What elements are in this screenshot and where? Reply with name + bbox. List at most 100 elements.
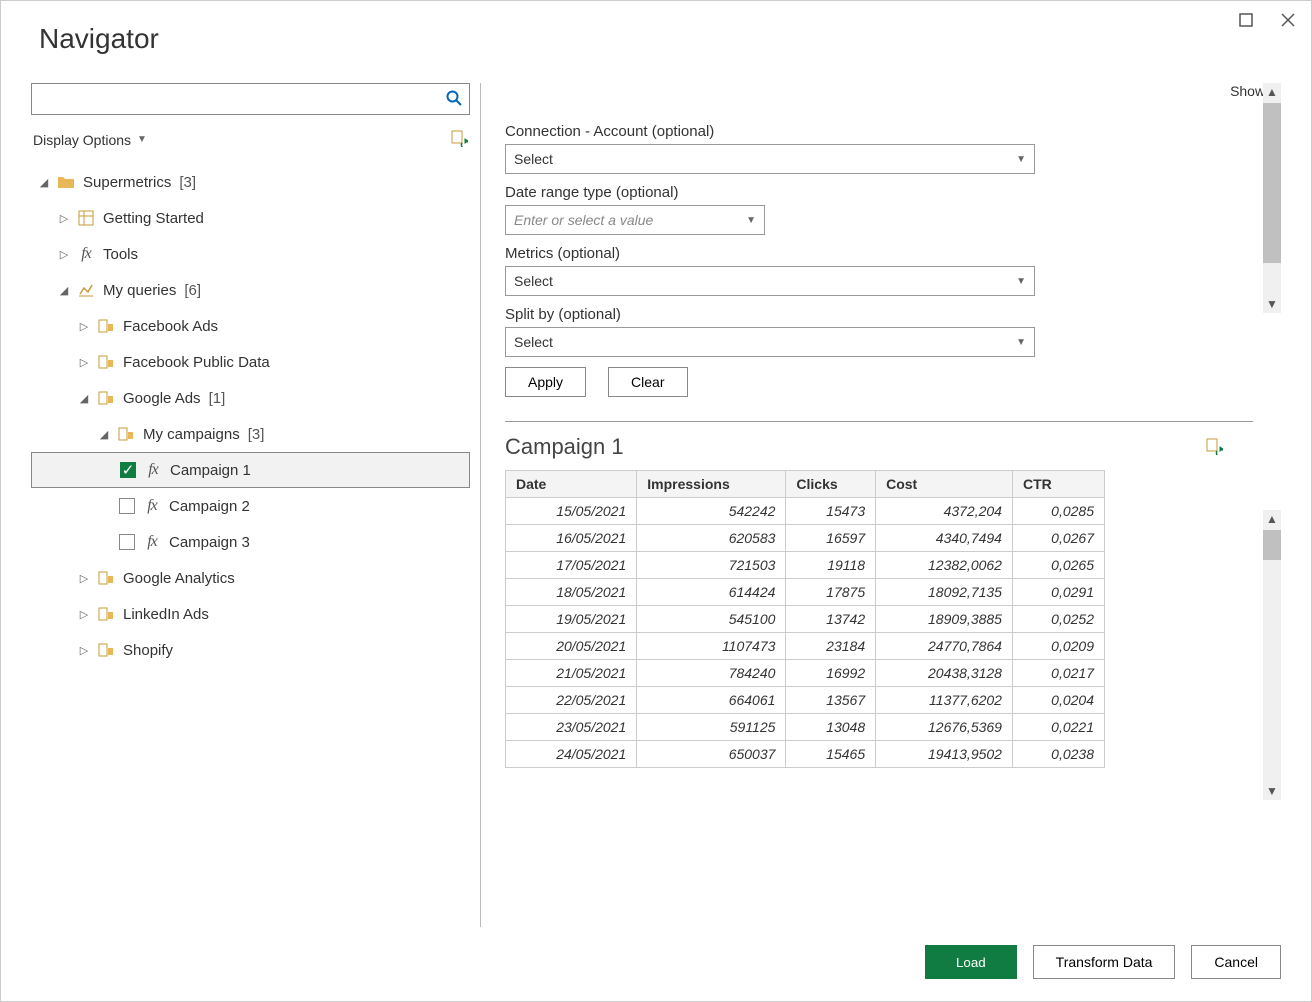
table-header-row: Date Impressions Clicks Cost CTR xyxy=(506,471,1105,498)
scroll-thumb[interactable] xyxy=(1263,530,1281,560)
navigator-window: Navigator Display Options ▼ xyxy=(0,0,1312,1002)
metrics-select[interactable]: Select ▼ xyxy=(505,266,1035,296)
connection-select[interactable]: Select ▼ xyxy=(505,144,1035,174)
table-row[interactable]: 16/05/2021620583165974340,74940,0267 xyxy=(506,525,1105,552)
transform-data-button[interactable]: Transform Data xyxy=(1033,945,1176,979)
table-cell: 23/05/2021 xyxy=(506,714,637,741)
close-button[interactable] xyxy=(1279,11,1297,29)
date-range-select[interactable]: Enter or select a value ▼ xyxy=(505,205,765,235)
table-cell: 4372,204 xyxy=(876,498,1013,525)
table-cell: 542242 xyxy=(637,498,786,525)
col-ctr[interactable]: CTR xyxy=(1012,471,1104,498)
datasource-icon xyxy=(97,353,115,371)
maximize-button[interactable] xyxy=(1237,11,1255,29)
datasource-icon xyxy=(97,641,115,659)
scroll-down-icon[interactable]: ▼ xyxy=(1266,295,1278,313)
table-cell: 4340,7494 xyxy=(876,525,1013,552)
apply-button[interactable]: Apply xyxy=(505,367,586,397)
table-cell: 16/05/2021 xyxy=(506,525,637,552)
connection-label: Connection - Account (optional) xyxy=(505,123,1035,140)
refresh-preview-icon[interactable] xyxy=(1205,437,1223,458)
table-cell: 19118 xyxy=(786,552,876,579)
tree-item-facebook-ads[interactable]: ▷ Facebook Ads xyxy=(31,308,470,344)
table-cell: 0,0221 xyxy=(1012,714,1104,741)
scroll-up-icon[interactable]: ▲ xyxy=(1266,510,1278,528)
table-cell: 20438,3128 xyxy=(876,660,1013,687)
table-cell: 21/05/2021 xyxy=(506,660,637,687)
chevron-down-icon: ▼ xyxy=(1016,337,1026,348)
table-cell: 18/05/2021 xyxy=(506,579,637,606)
datasource-icon xyxy=(97,605,115,623)
chevron-down-icon: ▼ xyxy=(1016,154,1026,165)
table-cell: 650037 xyxy=(637,741,786,768)
scrollbar-upper[interactable]: ▲ ▼ xyxy=(1263,83,1281,313)
tree-item-getting-started[interactable]: ▷ Getting Started xyxy=(31,200,470,236)
table-row[interactable]: 22/05/20216640611356711377,62020,0204 xyxy=(506,687,1105,714)
search-box[interactable] xyxy=(31,83,470,115)
table-cell: 24/05/2021 xyxy=(506,741,637,768)
tree-item-google-analytics[interactable]: ▷ Google Analytics xyxy=(31,560,470,596)
table-row[interactable]: 15/05/2021542242154734372,2040,0285 xyxy=(506,498,1105,525)
table-row[interactable]: 18/05/20216144241787518092,71350,0291 xyxy=(506,579,1105,606)
search-input[interactable] xyxy=(38,91,445,107)
table-cell: 19413,9502 xyxy=(876,741,1013,768)
chart-icon xyxy=(77,281,95,299)
datasource-icon xyxy=(117,425,135,443)
checkbox-checked-icon[interactable]: ✓ xyxy=(120,462,136,478)
split-select[interactable]: Select ▼ xyxy=(505,327,1035,357)
tree-label: Campaign 3 xyxy=(169,534,250,551)
table-row[interactable]: 17/05/20217215031911812382,00620,0265 xyxy=(506,552,1105,579)
table-row[interactable]: 20/05/202111074732318424770,78640,0209 xyxy=(506,633,1105,660)
table-row[interactable]: 19/05/20215451001374218909,38850,0252 xyxy=(506,606,1105,633)
table-row[interactable]: 21/05/20217842401699220438,31280,0217 xyxy=(506,660,1105,687)
tree-item-supermetrics[interactable]: ◢ Supermetrics [3] xyxy=(31,164,470,200)
col-date[interactable]: Date xyxy=(506,471,637,498)
checkbox-icon[interactable] xyxy=(119,498,135,514)
table-row[interactable]: 24/05/20216500371546519413,95020,0238 xyxy=(506,741,1105,768)
tree-item-campaign-2[interactable]: fx Campaign 2 xyxy=(31,488,470,524)
table-cell: 16992 xyxy=(786,660,876,687)
col-impressions[interactable]: Impressions xyxy=(637,471,786,498)
tree-item-my-campaigns[interactable]: ◢ My campaigns [3] xyxy=(31,416,470,452)
col-cost[interactable]: Cost xyxy=(876,471,1013,498)
cancel-button[interactable]: Cancel xyxy=(1191,945,1281,979)
table-cell: 20/05/2021 xyxy=(506,633,637,660)
tree-label: Facebook Ads xyxy=(123,318,218,335)
col-clicks[interactable]: Clicks xyxy=(786,471,876,498)
checkbox-icon[interactable] xyxy=(119,534,135,550)
tree-item-my-queries[interactable]: ◢ My queries [6] xyxy=(31,272,470,308)
table-cell: 0,0291 xyxy=(1012,579,1104,606)
table-cell: 15/05/2021 xyxy=(506,498,637,525)
scrollbar-table[interactable]: ▲ ▼ xyxy=(1263,510,1281,800)
tree-item-facebook-public[interactable]: ▷ Facebook Public Data xyxy=(31,344,470,380)
split-label: Split by (optional) xyxy=(505,306,1035,323)
table-cell: 0,0217 xyxy=(1012,660,1104,687)
table-cell: 15465 xyxy=(786,741,876,768)
tree-item-google-ads[interactable]: ◢ Google Ads [1] xyxy=(31,380,470,416)
table-icon xyxy=(77,209,95,227)
load-button[interactable]: Load xyxy=(925,945,1017,979)
table-cell: 19/05/2021 xyxy=(506,606,637,633)
table-cell: 13742 xyxy=(786,606,876,633)
preview-table: Date Impressions Clicks Cost CTR 15/05/2… xyxy=(505,470,1105,768)
tree-label: Shopify xyxy=(123,642,173,659)
tree-item-shopify[interactable]: ▷ Shopify xyxy=(31,632,470,668)
tree-item-tools[interactable]: ▷ fx Tools xyxy=(31,236,470,272)
scroll-thumb[interactable] xyxy=(1263,103,1281,263)
page-title: Navigator xyxy=(39,23,1281,55)
scroll-down-icon[interactable]: ▼ xyxy=(1266,782,1278,800)
tree-item-linkedin-ads[interactable]: ▷ LinkedIn Ads xyxy=(31,596,470,632)
tree-item-campaign-3[interactable]: fx Campaign 3 xyxy=(31,524,470,560)
table-cell: 12382,0062 xyxy=(876,552,1013,579)
tree-label: My campaigns xyxy=(143,426,240,443)
tree-item-campaign-1[interactable]: ✓ fx Campaign 1 xyxy=(31,452,470,488)
date-range-placeholder: Enter or select a value xyxy=(514,212,653,228)
display-options-dropdown[interactable]: Display Options ▼ xyxy=(33,132,147,148)
refresh-icon[interactable] xyxy=(450,129,468,150)
scroll-up-icon[interactable]: ▲ xyxy=(1266,83,1278,101)
table-row[interactable]: 23/05/20215911251304812676,53690,0221 xyxy=(506,714,1105,741)
table-cell: 0,0285 xyxy=(1012,498,1104,525)
connection-value: Select xyxy=(514,151,553,167)
clear-button[interactable]: Clear xyxy=(608,367,687,397)
expand-icon: ▷ xyxy=(59,248,69,261)
